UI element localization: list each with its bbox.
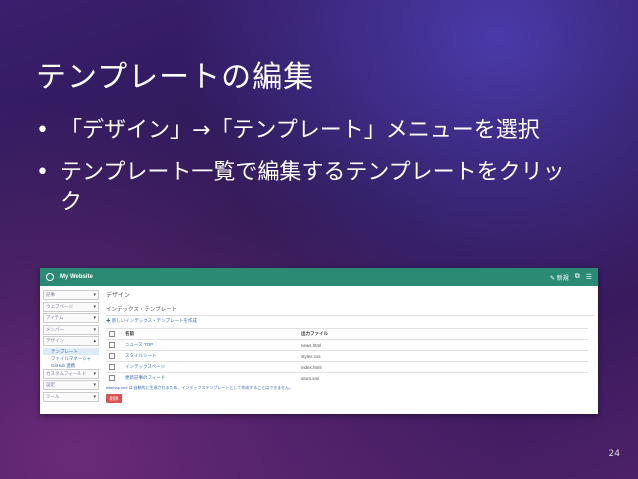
sidebar-subitem-templates[interactable]: テンプレート [43, 347, 99, 355]
sidebar-item-label: デザイン [46, 338, 64, 343]
template-name-link[interactable]: スタイルシート [122, 350, 298, 362]
sidebar-item-tools[interactable]: ツール ▾ [43, 391, 99, 402]
new-button[interactable]: ✎ 新規 [550, 273, 569, 282]
sidebar-subitem-github[interactable]: GitHub 連携 [43, 362, 99, 369]
table-row: インデックスページ index.html [106, 361, 588, 373]
select-all-checkbox[interactable] [106, 328, 122, 340]
sidebar-item-design[interactable]: デザイン ▴ [43, 336, 99, 346]
sidebar-item-label: ツール [46, 393, 60, 399]
chevron-down-icon: ▾ [93, 292, 96, 298]
checkbox-icon [109, 363, 115, 370]
bullet-list: • 「デザイン」→「テンプレート」メニューを選択 • テンプレート一覧で編集する… [36, 116, 576, 230]
cms-sidebar: 記事 ▾ ウェブページ ▾ アイテム ▾ メンバー ▾ デザイン ▴ テンプレート ファイ… [43, 290, 99, 403]
sidebar-item-settings[interactable]: 設定 ▾ [43, 380, 99, 390]
section-title: インデックス・テンプレート [106, 305, 594, 316]
table-header-row: 名前 出力ファイル [106, 328, 588, 340]
chevron-down-icon: ▾ [93, 393, 96, 400]
bullet-text: テンプレート一覧で編集するテンプレートをクリック [60, 160, 565, 215]
template-name-link[interactable]: 更新記事のフィード [122, 372, 298, 383]
sidebar-item-label: 記事 [46, 292, 55, 297]
sidebar-item-label: 設定 [46, 382, 55, 387]
delete-button[interactable]: 削除 [106, 394, 122, 403]
sidebar-item-webpages[interactable]: ウェブページ ▾ [43, 301, 99, 312]
sidebar-item-label: ウェブページ [46, 303, 73, 309]
bullet-item: • 「デザイン」→「テンプレート」メニューを選択 [36, 116, 576, 146]
sidebar-item-items[interactable]: アイテム ▾ [43, 313, 99, 323]
sidebar-item-label: メンバー [46, 326, 64, 332]
sidebar-item-members[interactable]: メンバー ▾ [43, 324, 99, 335]
chevron-down-icon: ▾ [93, 382, 96, 388]
table-row: スタイルシート styles.css [106, 350, 588, 362]
template-name-link[interactable]: インデックスページ [122, 361, 298, 373]
bullet-item: • テンプレート一覧で編集するテンプレートをクリック [36, 158, 576, 218]
row-checkbox[interactable] [106, 361, 122, 373]
cms-screenshot: My Website ✎ 新規 ⧉ ☰ 記事 ▾ ウェブページ ▾ アイテム ▾ メン… [40, 268, 598, 414]
bullet-dot-icon: • [36, 160, 49, 185]
checkbox-icon [109, 330, 115, 337]
template-table: 名前 出力ファイル ニュース TOP news.html スタイルシート sty… [106, 328, 588, 383]
menu-icon[interactable]: ☰ [586, 273, 592, 281]
sidebar-item-articles[interactable]: 記事 ▾ [43, 290, 99, 300]
external-link-icon[interactable]: ⧉ [575, 273, 580, 281]
row-checkbox[interactable] [106, 339, 122, 351]
checkbox-icon [109, 374, 115, 381]
chevron-down-icon: ▾ [93, 315, 96, 321]
page-number: 24 [608, 449, 620, 459]
sidebar-item-label: アイテム [46, 315, 64, 320]
sidebar-item-label: カスタムフィールド [46, 370, 87, 376]
template-name-link[interactable]: ニュース TOP [122, 339, 298, 351]
slide-title: テンプレートの編集 [36, 60, 315, 95]
output-file: styles.css [298, 350, 588, 362]
row-checkbox[interactable] [106, 350, 122, 362]
sidebar-subitem-file-manager[interactable]: ファイルマネージャ [43, 355, 99, 362]
chevron-down-icon: ▾ [93, 370, 96, 377]
column-header-name[interactable]: 名前 [122, 328, 298, 340]
topbar-actions: ✎ 新規 ⧉ ☰ [550, 273, 592, 282]
table-row: ニュース TOP news.html [106, 339, 588, 351]
bullet-text: 「デザイン」→「テンプレート」メニューを選択 [60, 118, 540, 143]
cms-topbar: My Website ✎ 新規 ⧉ ☰ [40, 268, 598, 286]
sidebar-item-custom-fields[interactable]: カスタムフィールド ▾ [43, 368, 99, 379]
site-logo-icon [46, 273, 54, 281]
checkbox-icon [109, 352, 115, 359]
row-checkbox[interactable] [106, 372, 122, 383]
output-file: atom.xml [298, 372, 588, 383]
cms-main: デザイン インデックス・テンプレート ✚ 新しいインデックス・テンプレートを作成… [106, 290, 594, 403]
chevron-down-icon: ▾ [93, 303, 96, 310]
checkbox-icon [109, 341, 115, 348]
site-name[interactable]: My Website [60, 274, 93, 280]
column-header-output-file[interactable]: 出力ファイル [298, 328, 588, 340]
new-template-link[interactable]: ✚ 新しいインデックス・テンプレートを作成 [106, 318, 594, 324]
bullet-dot-icon: • [36, 118, 49, 143]
table-row: 更新記事のフィード atom.xml [106, 372, 588, 383]
sitemap-note: sitemap.xml は 自動的に生成されるため、インデックステンプレートとし… [106, 385, 294, 390]
chevron-up-icon: ▴ [93, 338, 96, 344]
page-title: デザイン [106, 293, 131, 299]
output-file: news.html [298, 339, 588, 351]
chevron-down-icon: ▾ [93, 326, 96, 333]
output-file: index.html [298, 361, 588, 373]
